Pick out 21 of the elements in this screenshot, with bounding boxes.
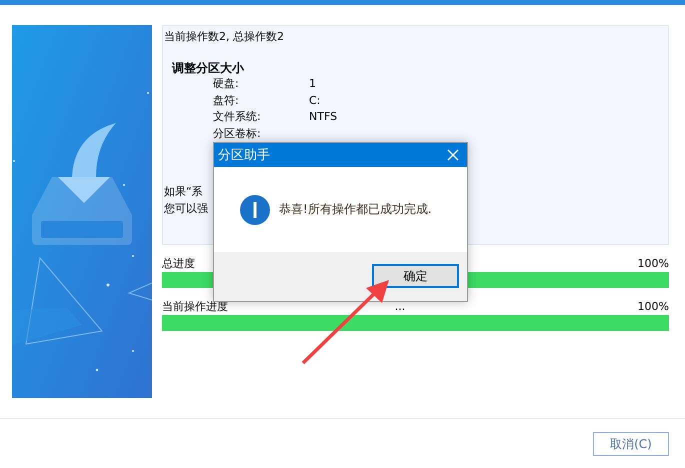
dialog-title: 分区助手	[218, 147, 270, 164]
field-label: 盘符:	[213, 92, 240, 108]
info-icon	[240, 194, 270, 224]
note-text: 如果“系	[164, 185, 203, 198]
dialog-message: 恭喜!所有操作都已成功完成.	[279, 201, 432, 218]
field-label: 文件系统:	[213, 109, 262, 125]
progress-percent: 100%	[638, 300, 669, 314]
note-text: 您可以强	[164, 202, 208, 214]
field-value: C:	[309, 92, 322, 108]
operation-count: 当前操作数2, 总操作数2	[164, 29, 285, 45]
operation-title: 调整分区大小	[172, 60, 246, 76]
field-value: NTFS	[309, 109, 338, 125]
cancel-button[interactable]: 取消(C)	[593, 432, 669, 456]
ok-button[interactable]: 确定	[372, 264, 459, 288]
progress-detail: ...	[394, 300, 406, 313]
progress-label: 总进度	[162, 257, 196, 271]
field-label: 分区卷标:	[213, 126, 262, 142]
close-icon[interactable]	[447, 149, 459, 161]
field-label: 硬盘:	[213, 76, 240, 92]
progress-percent: 100%	[638, 257, 669, 271]
field-value: 1	[309, 76, 317, 92]
